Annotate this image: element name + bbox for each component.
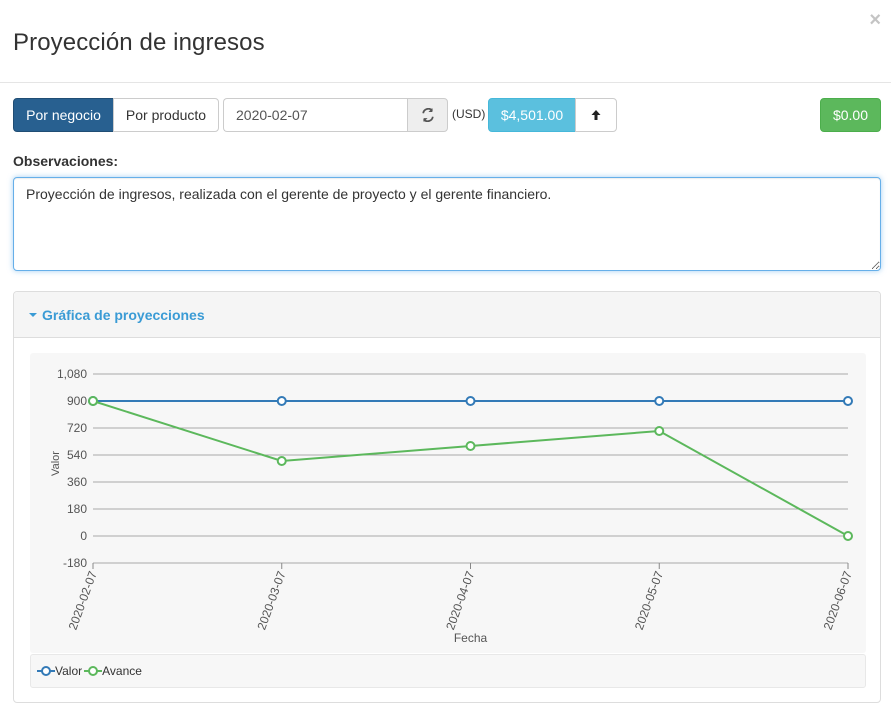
- y-tick-label: 720: [67, 421, 87, 435]
- currency-label: (USD): [452, 107, 486, 121]
- series-point-valor: [465, 396, 476, 406]
- date-input[interactable]: [223, 98, 408, 132]
- legend-swatch-avance: [84, 666, 103, 676]
- observations-textarea[interactable]: [13, 177, 881, 271]
- refresh-button[interactable]: [407, 98, 448, 132]
- panel-heading: Gráfica de proyecciones: [14, 292, 880, 338]
- amount-button[interactable]: $4,501.00: [488, 98, 576, 132]
- y-tick-label: 180: [67, 502, 87, 516]
- y-axis-label: Valor: [50, 451, 62, 476]
- series-line-avance: [92, 400, 849, 537]
- series-point-avance: [654, 426, 665, 436]
- y-tick-label: -180: [63, 556, 87, 570]
- toolbar: Por negocio Por producto (USD) $4,501.00…: [13, 98, 881, 132]
- x-tick-label: 2020-04-07: [443, 569, 477, 632]
- y-tick-label: 1,080: [57, 367, 87, 381]
- projections-panel: Gráfica de proyecciones 1,080 900 720 540 36…: [13, 291, 881, 703]
- y-tick-label: 0: [80, 529, 87, 543]
- modal-title: Proyección de ingresos: [13, 29, 265, 56]
- x-axis-label: Fecha: [454, 631, 488, 645]
- series-point-avance: [276, 456, 287, 466]
- series-point-valor: [843, 396, 853, 406]
- caret-down-icon: [29, 313, 37, 317]
- series-point-avance: [843, 531, 853, 541]
- x-tick-label: 2020-02-07: [66, 569, 100, 632]
- legend-item-avance[interactable]: Avance: [84, 664, 142, 678]
- y-tick-label: 900: [67, 394, 87, 408]
- x-tick-label: 2020-06-07: [821, 569, 855, 632]
- y-tick-label: 540: [67, 448, 87, 462]
- projections-chart: 1,080 900 720 540 360 180 0 -180 Valor 2020-02-07…: [50, 367, 855, 645]
- series-point-valor: [654, 396, 665, 406]
- chart-legend: Valor Avance: [30, 654, 866, 688]
- series-point-avance: [465, 441, 476, 451]
- observations-label: Observaciones:: [13, 153, 119, 169]
- close-icon[interactable]: ×: [869, 10, 881, 30]
- y-tick-label: 360: [67, 475, 87, 489]
- arrow-up-icon: [591, 110, 601, 120]
- legend-label-valor: Valor: [55, 664, 83, 678]
- legend-swatch-valor: [37, 666, 55, 676]
- by-product-button[interactable]: Por producto: [113, 98, 219, 132]
- x-tick-label: 2020-05-07: [632, 569, 666, 632]
- series-point-valor: [276, 396, 287, 406]
- x-tick-label: 2020-03-07: [254, 569, 288, 632]
- up-button[interactable]: [575, 98, 617, 132]
- by-business-button[interactable]: Por negocio: [13, 98, 114, 132]
- series-point-avance: [88, 396, 98, 406]
- chart-area: 1,080 900 720 540 360 180 0 -180 Valor 2020-02-07…: [30, 353, 866, 688]
- modal-header: Proyección de ingresos ×: [0, 0, 891, 83]
- refresh-icon: [421, 108, 434, 122]
- legend-item-valor[interactable]: Valor: [37, 664, 82, 678]
- panel-heading-label: Gráfica de proyecciones: [42, 307, 205, 323]
- panel-toggle[interactable]: Gráfica de proyecciones: [29, 307, 205, 323]
- legend-label-avance: Avance: [102, 664, 142, 678]
- total-button[interactable]: $0.00: [820, 98, 881, 132]
